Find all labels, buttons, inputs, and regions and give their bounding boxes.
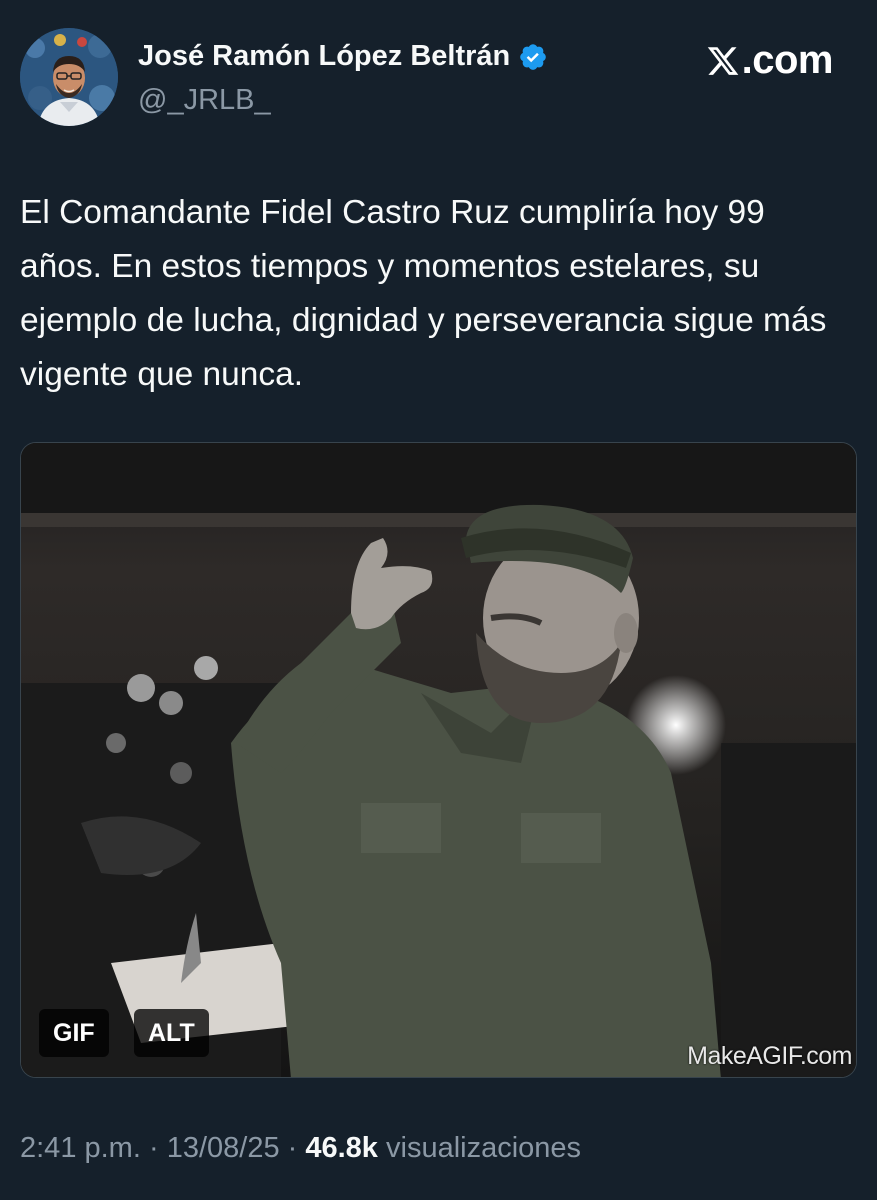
author-name[interactable]: José Ramón López Beltrán (138, 40, 548, 73)
gif-badge[interactable]: GIF (39, 1009, 109, 1057)
views-label: visualizaciones (377, 1132, 582, 1164)
verified-badge-icon (520, 43, 547, 70)
views-count: 46.8k (305, 1132, 378, 1164)
x-brand: .com (706, 38, 834, 83)
avatar-image (20, 28, 118, 126)
avatar[interactable] (20, 28, 118, 126)
watermark: MakeAGIF.com (687, 1042, 852, 1070)
alt-badge[interactable]: ALT (134, 1009, 209, 1057)
tweet-time[interactable]: 2:41 p.m. (20, 1132, 141, 1164)
tweet-date[interactable]: 13/08/25 (167, 1132, 280, 1164)
tweet-text: El Comandante Fidel Castro Ruz cumpliría… (20, 194, 827, 393)
media-gif[interactable]: GIF ALT MakeAGIF.com (20, 442, 857, 1078)
author-handle[interactable]: @_JRLB_ (138, 84, 271, 117)
author-name-text: José Ramón López Beltrán (138, 40, 511, 72)
gif-image (21, 443, 856, 1077)
x-logo-icon (707, 46, 738, 75)
meta-separator: · (140, 1132, 167, 1164)
tweet-meta: 2:41 p.m. · 13/08/25 · 46.8k visualizaci… (20, 1132, 581, 1165)
brand-label: .com (741, 38, 834, 82)
meta-separator: · (279, 1132, 306, 1164)
